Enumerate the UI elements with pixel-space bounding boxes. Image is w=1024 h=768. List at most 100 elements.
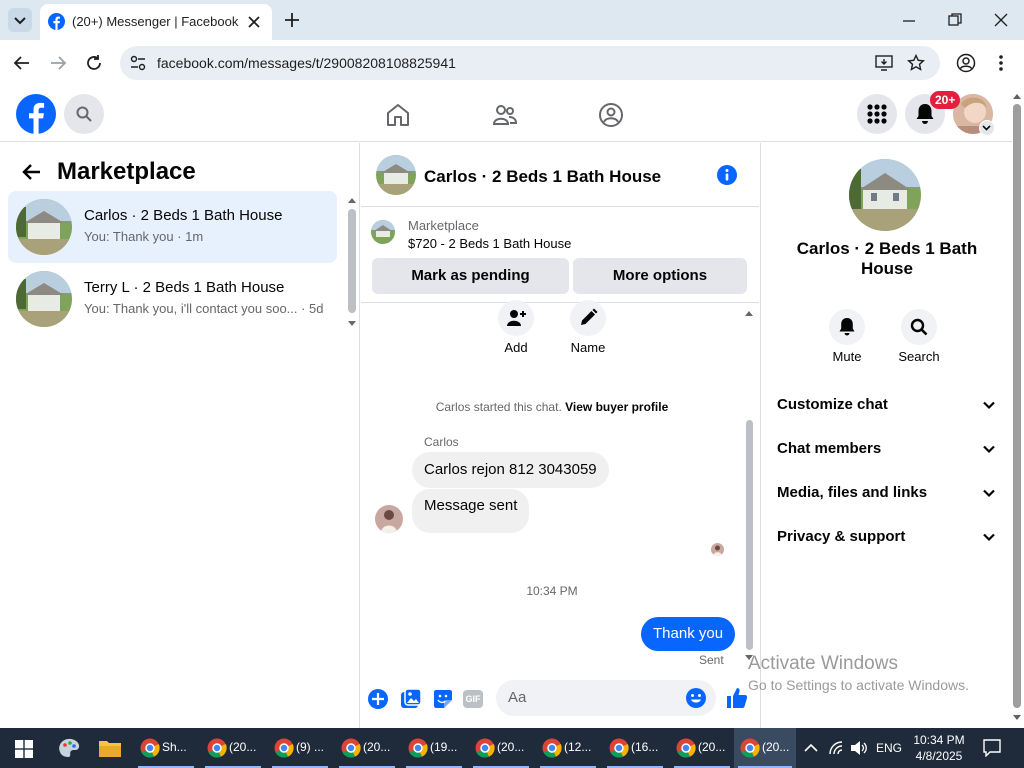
sticker-icon[interactable] — [432, 688, 454, 710]
sender-avatar[interactable] — [375, 505, 403, 533]
edit-name-button[interactable] — [570, 300, 606, 336]
facebook-logo-icon[interactable] — [16, 94, 56, 134]
close-window-icon[interactable] — [994, 13, 1008, 27]
taskbar-app-label: (20... — [363, 740, 391, 754]
bookmark-star-icon[interactable] — [907, 54, 925, 72]
clock-time: 10:34 PM — [913, 733, 965, 747]
customize-chat-section[interactable]: Customize chat — [777, 383, 997, 427]
conversation-list-pane: Marketplace Carlos · 2 Beds 1 Bath House… — [0, 143, 360, 728]
conversation-snippet: You: Thank you · 1m — [84, 229, 204, 244]
taskbar-app-label: (12... — [564, 740, 592, 754]
file-explorer-icon[interactable] — [98, 738, 122, 758]
plus-circle-icon[interactable] — [367, 688, 389, 710]
activate-windows-title: Activate Windows — [748, 653, 898, 674]
info-icon[interactable] — [717, 165, 737, 185]
groups-icon[interactable] — [598, 102, 624, 128]
search-in-chat-button[interactable] — [901, 309, 937, 345]
mute-button[interactable] — [829, 309, 865, 345]
menu-button[interactable] — [857, 94, 897, 134]
chevron-down-icon — [983, 533, 995, 542]
mark-pending-button[interactable]: Mark as pending — [372, 258, 569, 294]
taskbar-app-7[interactable]: (12... — [536, 728, 600, 768]
address-bar[interactable]: facebook.com/messages/t/2900820810882594… — [120, 46, 940, 80]
back-icon[interactable] — [13, 54, 31, 72]
language-indicator[interactable]: ENG — [876, 741, 902, 755]
new-tab-icon[interactable] — [284, 12, 300, 28]
chrome-icon — [140, 738, 160, 758]
gif-icon[interactable]: GIF — [463, 690, 483, 708]
conversation-item-terry[interactable]: Terry L · 2 Beds 1 Bath House You: Thank… — [8, 263, 337, 335]
chat-members-section[interactable]: Chat members — [777, 427, 997, 471]
forward-icon[interactable] — [49, 54, 67, 72]
minimize-icon[interactable] — [902, 14, 916, 28]
message-input[interactable]: Aa — [496, 680, 716, 716]
scroll-up-icon[interactable] — [347, 196, 357, 204]
show-hidden-icons-icon[interactable] — [804, 742, 818, 754]
thumbs-up-icon[interactable] — [725, 686, 749, 710]
taskbar-app-4[interactable]: (20... — [335, 728, 399, 768]
sent-status: Sent — [699, 653, 724, 667]
back-arrow-icon[interactable] — [22, 162, 42, 182]
restore-icon[interactable] — [948, 13, 962, 27]
photo-icon[interactable] — [400, 688, 422, 710]
network-icon[interactable] — [828, 740, 844, 756]
scroll-up-icon[interactable] — [1012, 92, 1022, 100]
taskbar-clock[interactable]: 10:34 PM 4/8/2025 — [908, 732, 970, 764]
taskbar-app-5[interactable]: (19... — [402, 728, 466, 768]
privacy-support-section[interactable]: Privacy & support — [777, 515, 997, 559]
section-label: Chat members — [777, 440, 882, 457]
close-tab-icon[interactable] — [247, 15, 261, 29]
scroll-up-icon[interactable] — [744, 309, 754, 317]
page-scrollbar[interactable] — [1013, 104, 1021, 708]
profile-icon[interactable] — [956, 53, 976, 73]
conversation-snippet: You: Thank you, i'll contact you soo... … — [84, 301, 324, 316]
chat-avatar[interactable] — [376, 155, 416, 195]
section-label: Customize chat — [777, 396, 888, 413]
account-menu-toggle[interactable] — [979, 120, 995, 136]
scroll-down-icon[interactable] — [347, 320, 357, 328]
person-photo-icon — [711, 543, 724, 556]
home-icon[interactable] — [385, 102, 411, 128]
chat-scrollbar[interactable] — [746, 420, 753, 650]
facebook-header — [0, 86, 1012, 142]
chat-info-avatar[interactable] — [849, 159, 921, 231]
browser-tab[interactable]: (20+) Messenger | Facebook — [40, 4, 272, 40]
chrome-icon — [542, 738, 562, 758]
reload-icon[interactable] — [85, 54, 103, 72]
chrome-icon — [740, 738, 760, 758]
taskbar-app-3[interactable]: (9) ... — [268, 728, 332, 768]
pane-title: Marketplace — [57, 158, 196, 185]
tab-search-button[interactable] — [8, 8, 32, 32]
media-files-links-section[interactable]: Media, files and links — [777, 471, 997, 515]
taskbar-app-1[interactable]: Sh... — [134, 728, 198, 768]
add-people-button[interactable] — [498, 300, 534, 336]
paint-app-icon[interactable] — [57, 737, 81, 759]
taskbar-app-6[interactable]: (20... — [469, 728, 533, 768]
browser-menu-icon[interactable] — [996, 53, 1006, 73]
notification-center-icon[interactable] — [983, 739, 1001, 757]
site-info-icon[interactable] — [130, 55, 146, 71]
taskbar-app-10-active[interactable]: (20... — [734, 728, 796, 768]
facebook-favicon-icon — [48, 13, 65, 30]
listing-thumbnail[interactable] — [371, 220, 395, 244]
house-photo-icon — [16, 271, 72, 327]
message-bubble[interactable]: Message sent — [412, 489, 530, 533]
volume-icon[interactable] — [850, 740, 868, 756]
search-button[interactable] — [64, 94, 104, 134]
conversation-list-scrollbar[interactable] — [348, 209, 356, 313]
taskbar-app-8[interactable]: (16... — [603, 728, 667, 768]
my-message-bubble[interactable]: Thank you — [641, 617, 736, 651]
view-buyer-profile-link[interactable]: View buyer profile — [565, 400, 668, 414]
friends-icon[interactable] — [492, 102, 518, 128]
install-app-icon[interactable] — [875, 54, 893, 72]
more-options-button[interactable]: More options — [573, 258, 747, 294]
chat-title[interactable]: Carlos · 2 Beds 1 Bath House — [424, 167, 661, 187]
emoji-icon[interactable] — [686, 688, 706, 708]
taskbar-app-2[interactable]: (20... — [201, 728, 265, 768]
scroll-down-icon[interactable] — [1012, 714, 1022, 722]
message-bubble[interactable]: Carlos rejon 812 3043059 — [412, 452, 609, 488]
listing-price-title[interactable]: $720 - 2 Beds 1 Bath House — [408, 236, 571, 251]
taskbar-app-9[interactable]: (20... — [670, 728, 734, 768]
windows-start-icon[interactable] — [15, 740, 33, 758]
conversation-item-carlos[interactable]: Carlos · 2 Beds 1 Bath House You: Thank … — [8, 191, 337, 263]
